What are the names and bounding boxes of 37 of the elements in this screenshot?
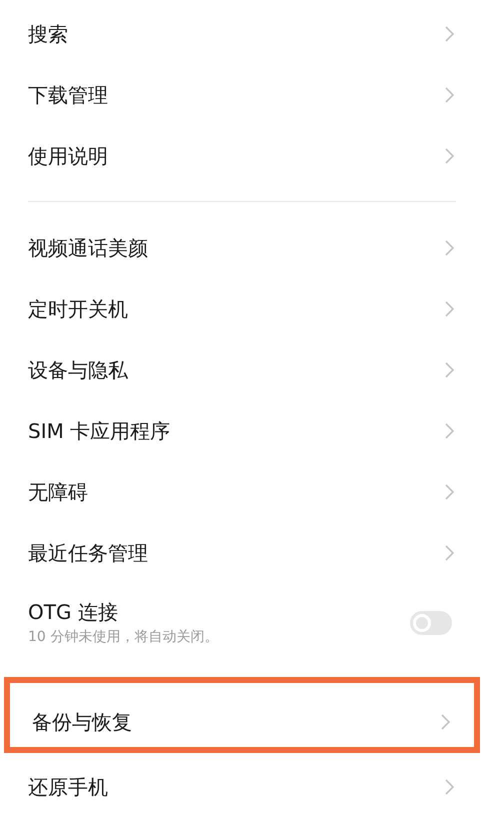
chevron-right-icon [445,86,454,102]
settings-row[interactable]: 搜索 [0,3,484,64]
row-label: 还原手机 [28,774,109,800]
chevron-right-icon [445,544,454,560]
row-label: SIM 卡应用程序 [28,418,172,444]
settings-row[interactable]: 最近任务管理 [0,522,484,583]
chevron-right-icon [445,362,454,378]
settings-row[interactable]: 下载管理 [0,64,484,125]
settings-row[interactable]: 无障碍 [0,461,484,522]
chevron-right-icon [445,300,454,316]
row-label: OTG 连接 [28,599,119,626]
row-label: 最近任务管理 [28,540,149,566]
chevron-right-icon [445,484,454,500]
settings-row[interactable]: SIM 卡应用程序 [0,400,484,461]
row-label: 搜索 [28,20,69,48]
settings-row[interactable]: 使用说明 [0,125,484,186]
settings-row[interactable]: 备份与恢复 [4,677,480,753]
row-label: 无障碍 [28,478,89,506]
settings-row[interactable]: 定时开关机 [0,278,484,339]
row-label: 下载管理 [28,82,109,108]
chevron-right-icon [445,148,454,164]
row-label: 设备与隐私 [28,356,129,384]
row-label: 视频通话美颜 [28,234,149,262]
chevron-right-icon [445,240,454,256]
chevron-right-icon [445,26,454,42]
row-subtitle: 10 分钟未使用，将自动关闭。 [28,628,220,647]
toggle-switch[interactable] [410,611,452,635]
settings-row[interactable]: 还原手机 [0,756,484,814]
settings-row[interactable]: OTG 连接 10 分钟未使用，将自动关闭。 [0,583,484,663]
row-label: 使用说明 [28,142,109,170]
chevron-right-icon [445,422,454,438]
chevron-right-icon [445,778,454,794]
row-label: 定时开关机 [28,296,129,322]
row-label: 备份与恢复 [32,709,133,736]
chevron-right-icon [441,714,450,730]
settings-row[interactable]: 设备与隐私 [0,339,484,400]
settings-row[interactable]: 视频通话美颜 [0,217,484,278]
